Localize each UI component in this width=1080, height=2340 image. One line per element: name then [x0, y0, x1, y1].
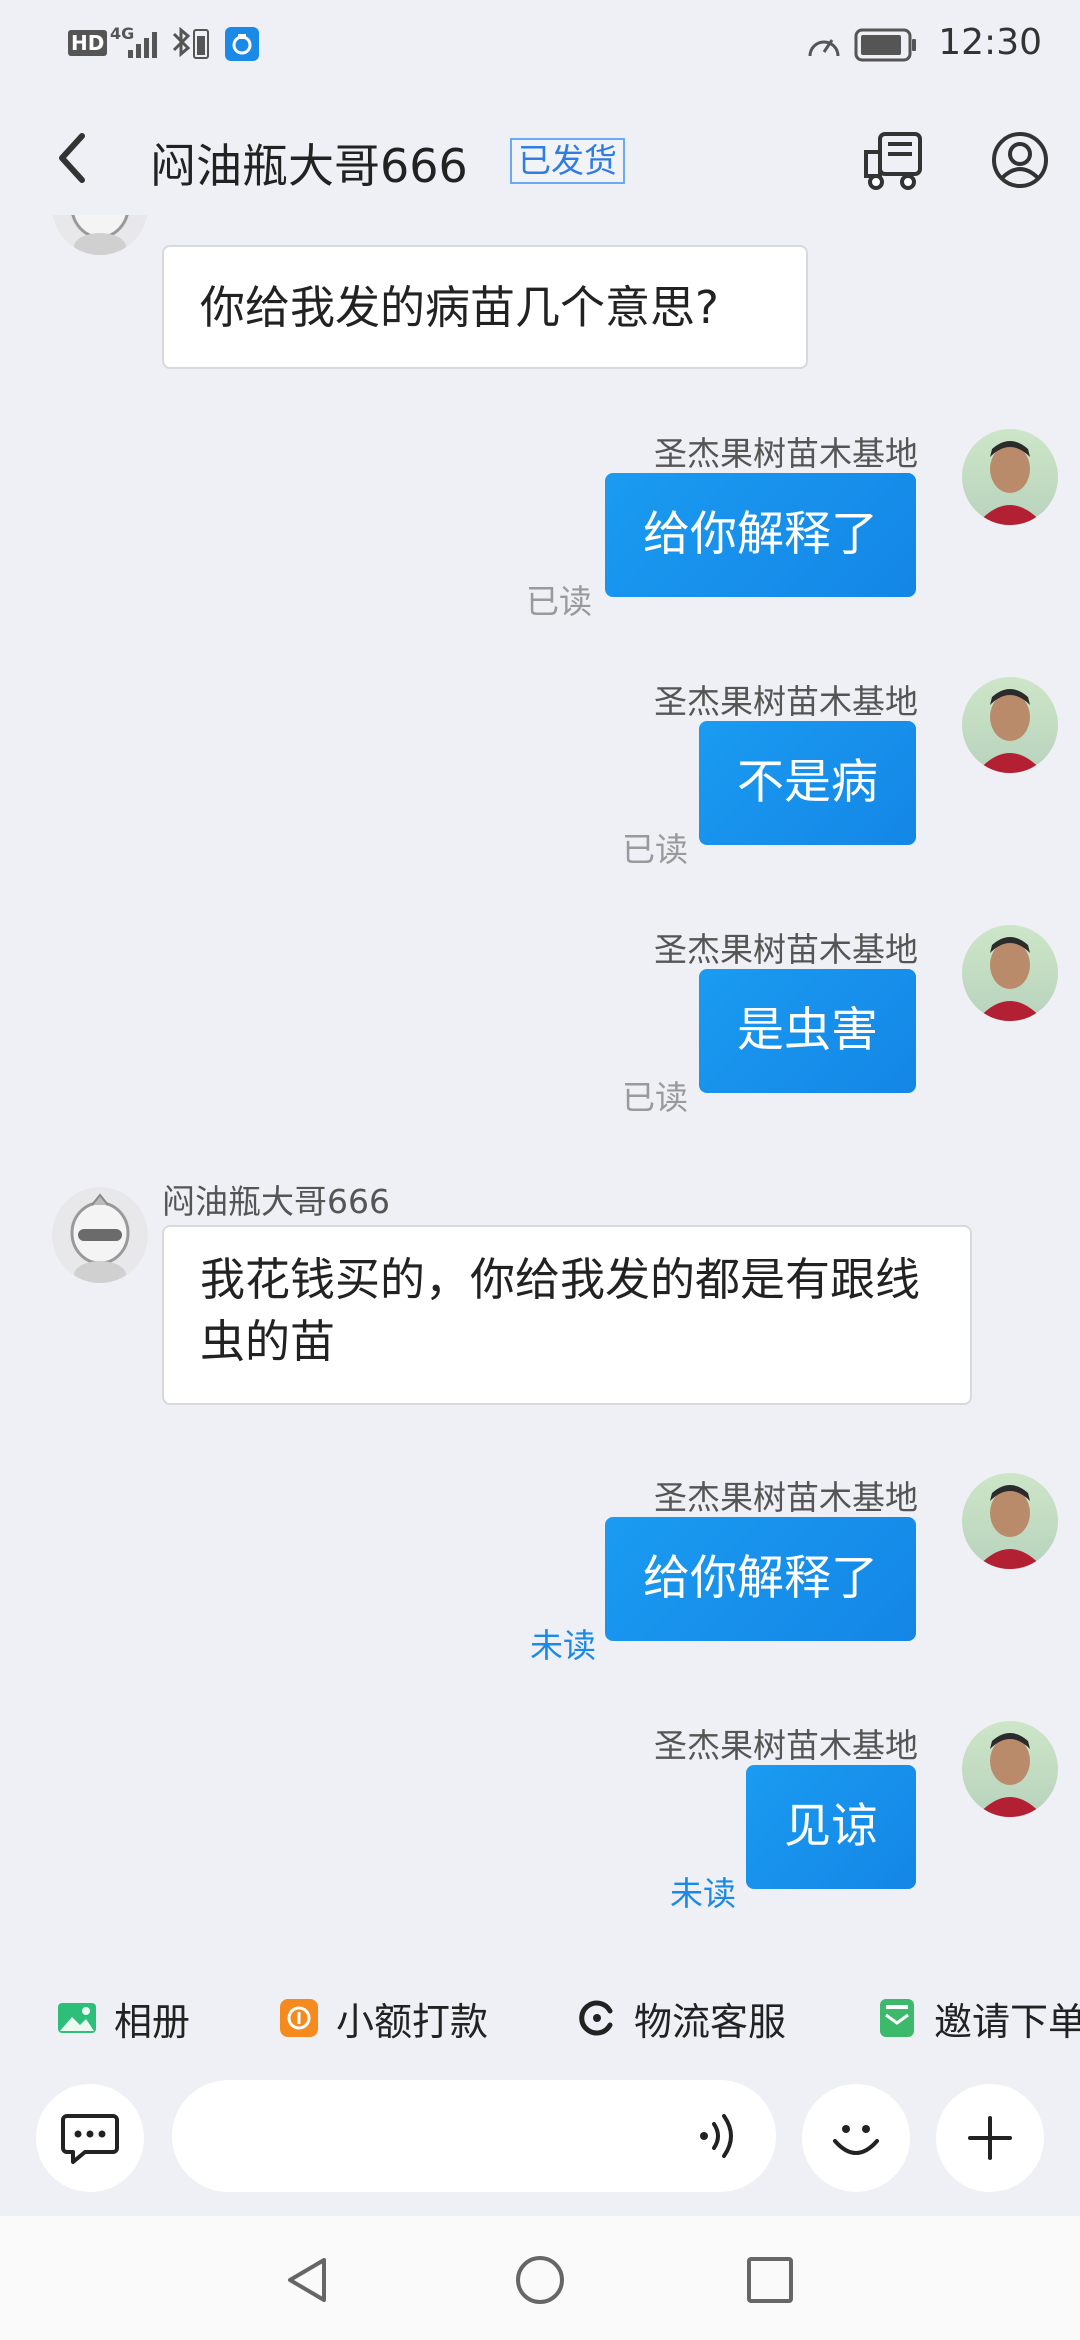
- payment-icon: [280, 1999, 318, 2037]
- photo-album-icon: [58, 2003, 96, 2033]
- message-bubble-outgoing: 给你解释了: [605, 473, 916, 597]
- logistics-truck-button[interactable]: [862, 128, 928, 194]
- smiley-icon: [833, 2125, 879, 2155]
- message-item: 闷油瓶大哥666 我花钱买的，你给我发的都是有跟线虫的苗: [0, 1175, 1080, 1435]
- quick-action-logistics-service[interactable]: 物流客服: [576, 1968, 786, 2068]
- emoji-button[interactable]: [802, 2084, 910, 2192]
- signal-icon: [128, 32, 157, 58]
- logistics-service-icon: [579, 2000, 613, 2036]
- message-item: 圣杰果树苗木基地 不是病 已读: [0, 675, 1080, 869]
- seller-avatar[interactable]: [962, 925, 1058, 1021]
- order-status-badge: 已发货: [510, 138, 625, 184]
- system-navigation-bar: [0, 2216, 1080, 2340]
- sender-name: 闷油瓶大哥666: [162, 1182, 390, 1221]
- customer-avatar[interactable]: [52, 215, 148, 255]
- sender-name: 圣杰果树苗木基地: [654, 682, 918, 721]
- quick-action-small-payment[interactable]: 小额打款: [278, 1968, 488, 2068]
- message-list[interactable]: 你给我发的病苗几个意思? 圣杰果树苗木基地 给你解释了 已读 圣杰果树苗木基地 …: [0, 215, 1080, 1955]
- message-input[interactable]: [172, 2080, 776, 2192]
- read-status: 已读: [526, 582, 592, 621]
- message-bubble-incoming: 你给我发的病苗几个意思?: [162, 245, 808, 369]
- quick-action-photo-album[interactable]: 相册: [56, 1968, 190, 2068]
- input-bar: [0, 2080, 1080, 2220]
- customer-avatar[interactable]: [52, 1187, 148, 1283]
- sender-name: 圣杰果树苗木基地: [654, 930, 918, 969]
- message-item: 你给我发的病苗几个意思?: [0, 215, 1080, 375]
- nav-back-icon[interactable]: [282, 2254, 334, 2306]
- chat-bubble-icon: [61, 2114, 119, 2164]
- sender-name: 圣杰果树苗木基地: [654, 434, 918, 473]
- nav-recents-icon[interactable]: [744, 2254, 796, 2306]
- speed-icon: [808, 39, 840, 57]
- quick-action-label: 物流客服: [634, 1999, 787, 2044]
- quick-action-label: 邀请下单: [934, 1999, 1080, 2044]
- status-bar: HD 4G 12:30: [0, 0, 1080, 90]
- plus-icon: [968, 2116, 1012, 2160]
- seller-avatar-image: [976, 689, 1044, 773]
- chat-header: 闷油瓶大哥666 已发货: [0, 110, 1080, 210]
- sender-name: 圣杰果树苗木基地: [654, 1726, 918, 1765]
- unread-status: 未读: [670, 1874, 736, 1913]
- message-bubble-outgoing: 不是病: [699, 721, 916, 845]
- message-bubble-outgoing: 给你解释了: [605, 1517, 916, 1641]
- read-status: 已读: [622, 1078, 688, 1117]
- quick-action-bar: 相册 小额打款 物流客服 邀请下单: [0, 1968, 1080, 2068]
- unread-status: 未读: [530, 1626, 596, 1665]
- seller-avatar[interactable]: [962, 1473, 1058, 1569]
- back-button[interactable]: [44, 128, 104, 188]
- invite-order-icon: [880, 1999, 914, 2037]
- app-notification-icon: [225, 27, 259, 61]
- quick-action-label: 相册: [114, 1999, 191, 2044]
- voice-input-icon[interactable]: [696, 2110, 746, 2162]
- quick-reply-button[interactable]: [36, 2084, 144, 2192]
- hd-icon: HD: [68, 30, 108, 56]
- seller-avatar-image: [976, 1485, 1044, 1569]
- message-bubble-outgoing: 是虫害: [699, 969, 916, 1093]
- message-item: 圣杰果树苗木基地 是虫害 已读: [0, 923, 1080, 1117]
- message-item: 圣杰果树苗木基地 见谅 未读: [0, 1719, 1080, 1913]
- seller-avatar-image: [976, 441, 1044, 525]
- quick-action-invite-order[interactable]: 邀请下单: [876, 1968, 1080, 2068]
- read-status: 已读: [622, 830, 688, 869]
- seller-avatar-image: [976, 937, 1044, 1021]
- seller-avatar[interactable]: [962, 1721, 1058, 1817]
- nav-home-icon[interactable]: [514, 2254, 566, 2306]
- sender-name: 圣杰果树苗木基地: [654, 1478, 918, 1517]
- message-bubble-incoming: 我花钱买的，你给我发的都是有跟线虫的苗: [162, 1225, 972, 1405]
- profile-button[interactable]: [990, 130, 1050, 190]
- message-item: 圣杰果树苗木基地 给你解释了 已读: [0, 427, 1080, 621]
- seller-avatar[interactable]: [962, 677, 1058, 773]
- status-time: 12:30: [938, 22, 1042, 63]
- chat-title: 闷油瓶大哥666: [150, 139, 468, 193]
- battery-icon: [854, 28, 916, 62]
- quick-action-label: 小额打款: [336, 1999, 489, 2044]
- seller-avatar[interactable]: [962, 429, 1058, 525]
- message-bubble-outgoing: 见谅: [746, 1765, 916, 1889]
- seller-avatar-image: [976, 1733, 1044, 1817]
- bluetooth-battery-icon: [172, 26, 209, 59]
- message-item: 圣杰果树苗木基地 给你解释了 未读: [0, 1471, 1080, 1665]
- more-options-button[interactable]: [936, 2084, 1044, 2192]
